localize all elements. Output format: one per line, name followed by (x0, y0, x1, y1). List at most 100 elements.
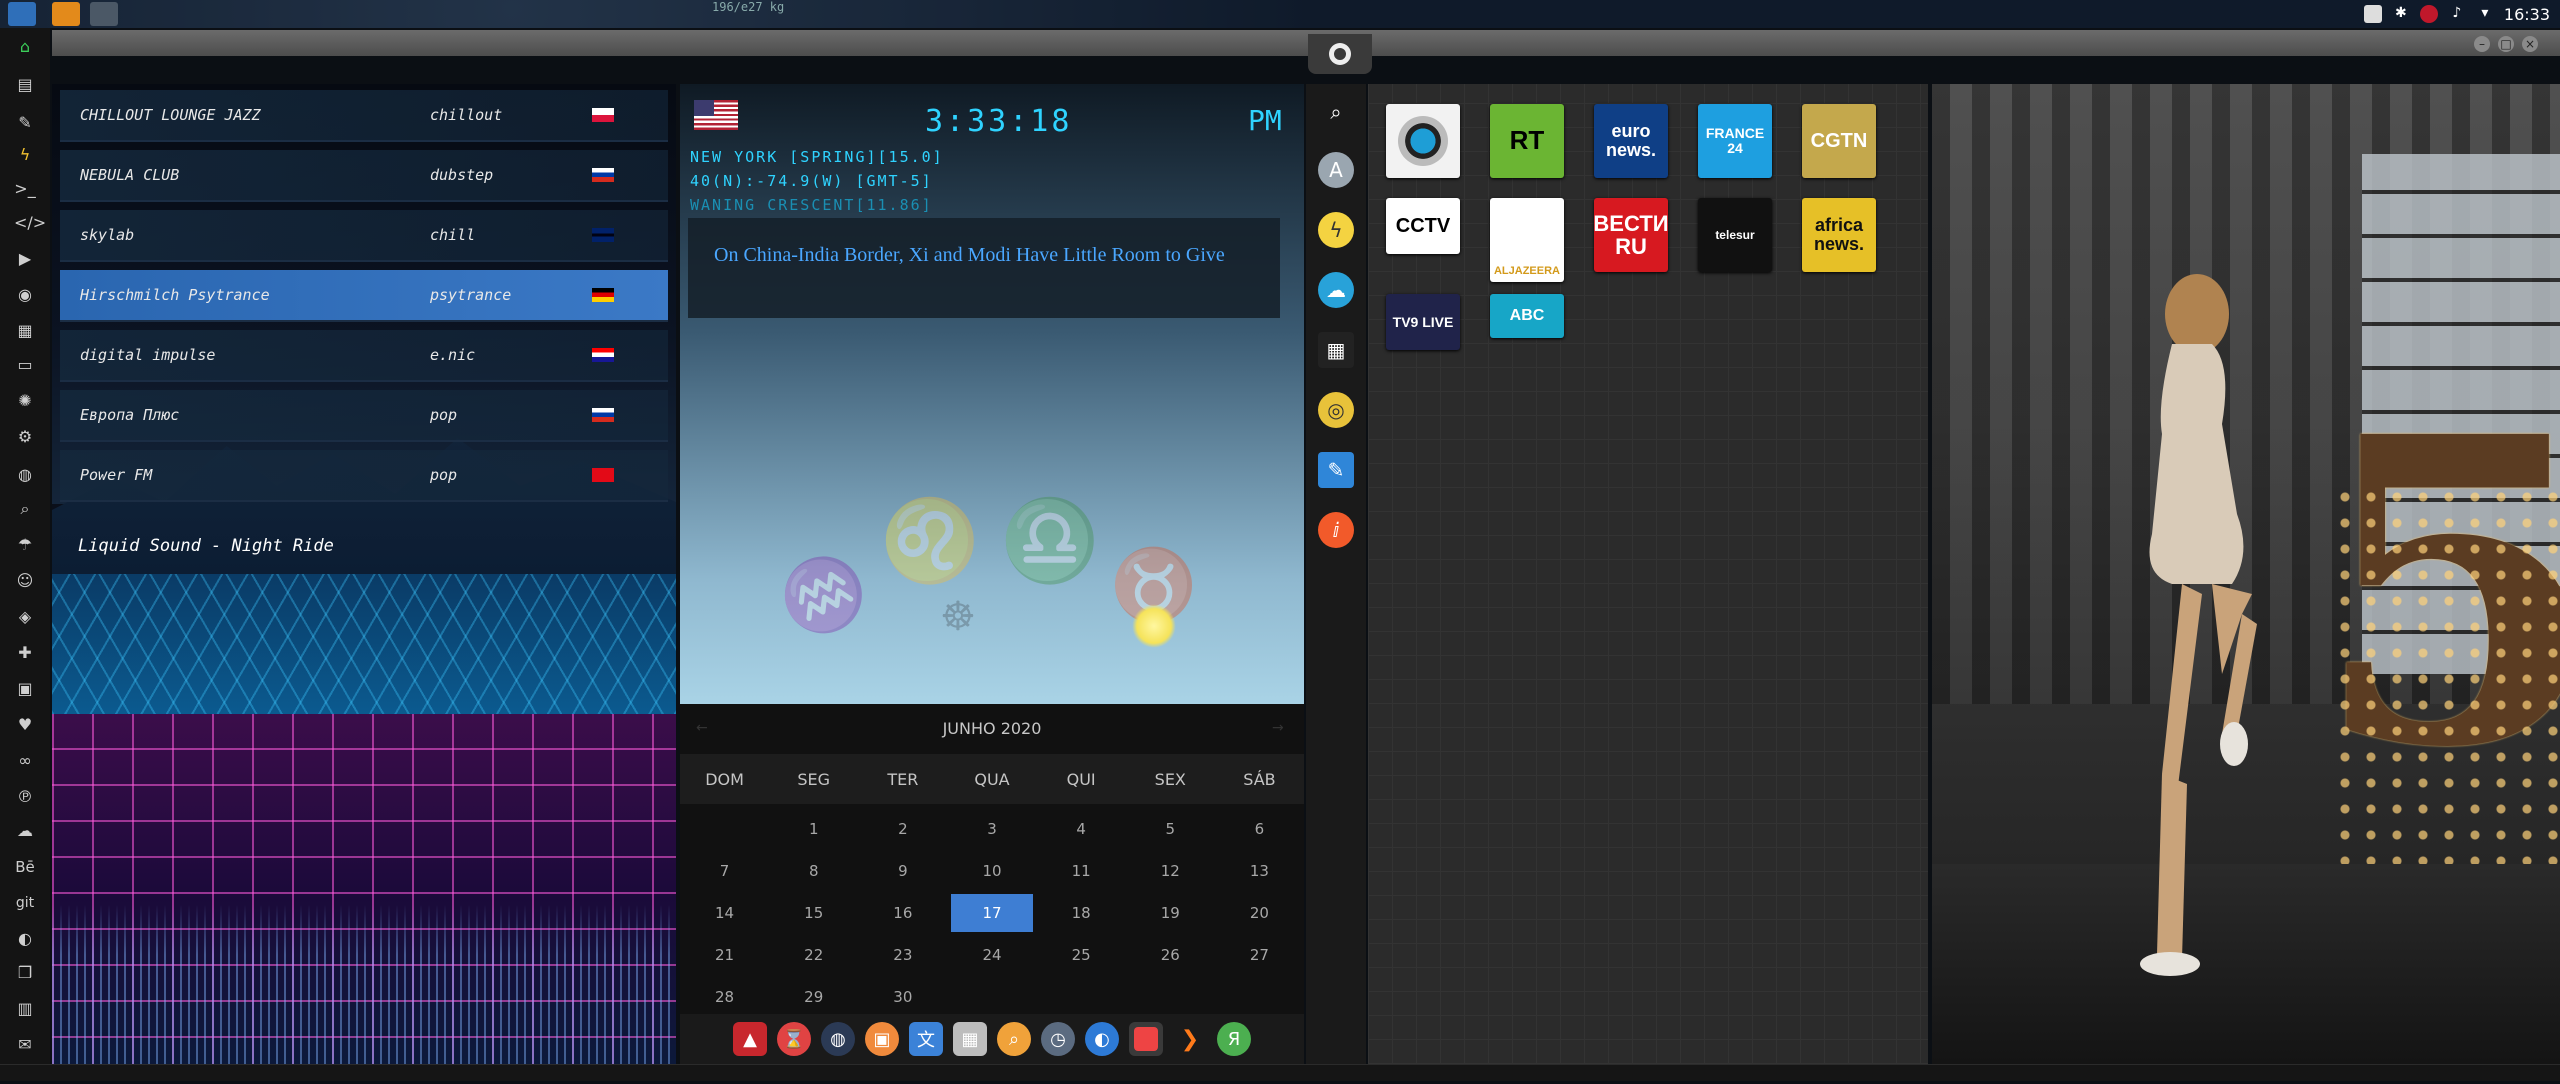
behance-icon[interactable]: Bē (14, 856, 36, 878)
edit-icon[interactable]: ✎ (14, 112, 36, 134)
calendar-day-today[interactable]: 17 (951, 894, 1033, 932)
edit-blue-icon[interactable]: ✎ (1318, 452, 1354, 488)
gear-icon[interactable]: ⚙ (14, 426, 36, 448)
station-row[interactable]: CHILLOUT LOUNGE JAZZ chillout (60, 90, 668, 142)
station-row[interactable]: Power FM pop (60, 450, 668, 502)
calendar-day[interactable]: 21 (680, 934, 769, 976)
calendar-day[interactable]: 29 (769, 976, 858, 1018)
files-icon[interactable] (8, 2, 36, 26)
calendar-day[interactable]: 24 (947, 934, 1036, 976)
calendar-day[interactable]: 8 (769, 850, 858, 892)
umbrella-icon[interactable]: ☂ (14, 534, 36, 556)
anydesk-icon[interactable]: ▲ (733, 1022, 767, 1056)
play-arrow-icon[interactable]: ❯ (1173, 1022, 1207, 1056)
hourglass-icon[interactable]: ⌛ (777, 1022, 811, 1056)
news-tile-abc[interactable]: ABC (1490, 294, 1564, 338)
bluetooth-icon[interactable]: ✱ (2392, 5, 2410, 23)
yandex-icon[interactable]: Я (1217, 1022, 1251, 1056)
git-icon[interactable]: git (14, 892, 36, 914)
calendar-day[interactable]: 30 (858, 976, 947, 1018)
calendar-day[interactable]: 6 (1215, 808, 1304, 850)
map-icon[interactable]: ▥ (14, 998, 36, 1020)
calendar-day[interactable]: 12 (1126, 850, 1215, 892)
calendar-day[interactable]: 2 (858, 808, 947, 850)
news-tile-telesur[interactable]: telesur (1698, 198, 1772, 272)
calendar-day[interactable]: 25 (1037, 934, 1126, 976)
document-icon[interactable]: ▤ (14, 74, 36, 96)
news-tile-euronews[interactable]: euro news. (1594, 104, 1668, 178)
workspace-icon[interactable] (90, 2, 118, 26)
calendar-day[interactable]: 27 (1215, 934, 1304, 976)
calendar-day[interactable]: 28 (680, 976, 769, 1018)
tag-icon[interactable]: ◈ (14, 606, 36, 628)
app-launcher-icon[interactable] (52, 2, 80, 26)
photos-icon[interactable]: ▣ (865, 1022, 899, 1056)
calendar-day[interactable]: 1 (769, 808, 858, 850)
calendar-active-icon[interactable] (1129, 1022, 1163, 1056)
station-row[interactable]: skylab chill (60, 210, 668, 262)
cubes-icon[interactable]: ❒ (14, 962, 36, 984)
station-row[interactable]: digital impulse e.nic (60, 330, 668, 382)
youtube-icon[interactable]: ▣ (14, 678, 36, 700)
news-tile-africanews[interactable]: africa news. (1802, 198, 1876, 272)
github-icon[interactable]: ◐ (14, 928, 36, 950)
station-row-selected[interactable]: Hirschmilch Psytrance psytrance (60, 270, 668, 322)
lightning-icon[interactable]: ϟ (14, 144, 36, 166)
lastfm-icon[interactable]: ∞ (14, 750, 36, 772)
volume-icon[interactable]: ♪ (2448, 5, 2466, 23)
calendar-day[interactable]: 7 (680, 850, 769, 892)
calendar-day[interactable]: 18 (1037, 892, 1126, 934)
news-tile-tv9[interactable]: TV9 LIVE (1386, 294, 1460, 350)
news-tile-france24[interactable]: FRANCE 24 (1698, 104, 1772, 178)
calendar-day[interactable]: 20 (1215, 892, 1304, 934)
bug-icon[interactable] (2419, 5, 2438, 23)
calendar-day[interactable]: 5 (1126, 808, 1215, 850)
news-tile-aljazeera[interactable]: ALJAZEERA (1490, 198, 1564, 282)
browser-icon[interactable]: ◐ (1085, 1022, 1119, 1056)
code-icon[interactable]: </> (14, 212, 46, 234)
gold-disc-icon[interactable]: ◎ (1318, 392, 1354, 428)
play-icon[interactable]: ▶ (14, 248, 36, 270)
cloud-icon[interactable]: ☁ (14, 820, 36, 842)
calendar-day[interactable]: 14 (680, 892, 769, 934)
news-tile-cctv[interactable]: CCTV (1386, 198, 1460, 254)
translate-icon[interactable]: 文 (909, 1022, 943, 1056)
news-tile-rt[interactable]: RT (1490, 104, 1564, 178)
photo-icon[interactable] (2363, 5, 2382, 23)
home-icon[interactable]: ⌂ (14, 36, 36, 58)
calendar-app-icon[interactable]: ▦ (953, 1022, 987, 1056)
calendar-day[interactable]: 26 (1126, 934, 1215, 976)
search-icon[interactable]: ⌕ (14, 498, 36, 520)
news-headline[interactable]: On China-India Border, Xi and Modi Have … (714, 244, 1234, 267)
calendar-day[interactable]: 9 (858, 850, 947, 892)
contact-icon[interactable]: ☺ (14, 570, 36, 592)
globe-dark-icon[interactable]: ◍ (821, 1022, 855, 1056)
cloud-upload-icon[interactable]: ☁ (1318, 272, 1354, 308)
mail-icon[interactable]: ✉ (14, 1034, 36, 1056)
heart-icon[interactable]: ♥ (14, 714, 36, 736)
astrology-icon[interactable]: A (1318, 152, 1354, 188)
calendar-day[interactable]: 4 (1037, 808, 1126, 850)
calendar-day[interactable]: 16 (858, 892, 947, 934)
search-icon[interactable]: ⌕ (1318, 94, 1354, 130)
minimize-button[interactable]: – (2474, 36, 2490, 52)
window-titlebar[interactable]: – □ × (52, 30, 2560, 74)
calendar-day[interactable]: 3 (947, 808, 1036, 850)
close-button[interactable]: × (2522, 36, 2538, 52)
atom-icon[interactable]: ✺ (14, 390, 36, 412)
calendar-day[interactable]: 10 (947, 850, 1036, 892)
calendar-day[interactable]: 11 (1037, 850, 1126, 892)
news-tile-vesti[interactable]: ВЕСТИ RU (1593, 198, 1669, 272)
clock[interactable]: 16:33 (2504, 5, 2550, 24)
calendar-day[interactable]: 13 (1215, 850, 1304, 892)
wifi-icon[interactable]: ▾ (2476, 5, 2494, 23)
calendar-day[interactable]: 19 (1126, 892, 1215, 934)
pikachu-icon[interactable]: ϟ (1318, 212, 1354, 248)
station-row[interactable]: NEBULA CLUB dubstep (60, 150, 668, 202)
news-tile-circle[interactable] (1386, 104, 1460, 178)
calendar-day[interactable]: 23 (858, 934, 947, 976)
calendar-next-button[interactable]: → (1272, 720, 1284, 736)
maximize-button[interactable]: □ (2498, 36, 2514, 52)
calendar-day[interactable]: 15 (769, 892, 858, 934)
food-icon[interactable]: ⅈ (1318, 512, 1354, 548)
